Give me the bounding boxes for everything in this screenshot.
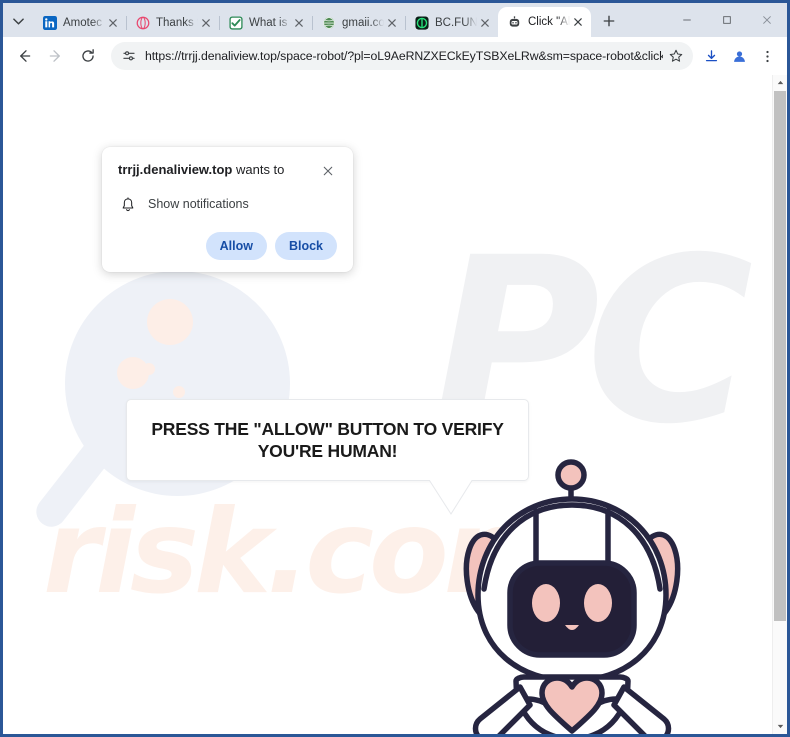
block-button[interactable]: Block — [274, 232, 337, 260]
forward-button[interactable] — [41, 41, 71, 71]
new-tab-button[interactable] — [596, 8, 622, 34]
three-dot-menu-icon — [765, 50, 769, 62]
tab-search-button[interactable] — [5, 8, 31, 34]
window-controls — [667, 3, 787, 37]
bell-icon — [118, 194, 138, 214]
tab-close-button[interactable] — [570, 14, 586, 30]
robot-icon — [507, 15, 522, 30]
maximize-button[interactable] — [707, 5, 747, 35]
downloads-button[interactable] — [697, 42, 725, 70]
tab-title: BC.FUN: ( — [435, 16, 477, 29]
close-icon — [763, 16, 771, 24]
tab-close-button[interactable] — [291, 15, 307, 31]
profile-avatar-icon — [733, 50, 745, 62]
scroll-up-arrow-icon — [777, 80, 784, 85]
maximize-icon — [723, 16, 731, 24]
scroll-up-button[interactable] — [773, 75, 787, 90]
page-scrollbar[interactable] — [772, 75, 787, 734]
tab-close-button[interactable] — [198, 15, 214, 31]
magnifier-dot — [173, 386, 185, 398]
chevron-down-icon — [12, 17, 24, 25]
reload-button[interactable] — [73, 41, 103, 71]
permission-row: Show notifications — [118, 194, 337, 214]
dialog-title-suffix: wants to — [232, 162, 285, 177]
profile-button[interactable] — [725, 42, 753, 70]
close-icon — [202, 18, 210, 27]
forward-arrow-icon — [49, 50, 60, 62]
tab-click-allow[interactable]: Click "All — [498, 7, 591, 37]
browser-toolbar: https://trrjj.denaliview.top/space-robot… — [3, 37, 787, 75]
sliders-icon — [123, 51, 135, 61]
address-bar[interactable]: https://trrjj.denaliview.top/space-robot… — [111, 42, 693, 70]
dialog-origin: trrjj.denaliview.top — [118, 162, 233, 177]
reload-icon — [82, 49, 94, 62]
dialog-close-button[interactable] — [319, 162, 337, 180]
plus-icon — [603, 15, 615, 27]
url-text: https://trrjj.denaliview.top/space-robot… — [145, 49, 663, 63]
tab-close-button[interactable] — [384, 15, 400, 31]
close-icon — [109, 18, 117, 27]
close-icon — [295, 18, 303, 27]
close-icon — [481, 18, 489, 27]
close-icon — [323, 166, 333, 176]
bookmark-button[interactable] — [663, 43, 689, 69]
close-icon — [388, 18, 396, 27]
tab-strip: Amotec in Thanks fo — [3, 3, 787, 37]
browser-window: Amotec in Thanks fo — [0, 0, 790, 737]
tab-what-is[interactable]: What is y — [219, 8, 313, 37]
dialog-header: trrjj.denaliview.top wants to — [118, 161, 337, 180]
minimize-button[interactable] — [667, 5, 707, 35]
tab-title: What is y — [249, 16, 291, 29]
magnifier-dot — [143, 363, 155, 375]
tab-thanks[interactable]: Thanks fo — [126, 8, 220, 37]
tab-title: Amotec in — [63, 16, 105, 29]
globe-icon — [321, 15, 336, 30]
space-robot-mascot — [458, 443, 698, 734]
permission-label: Show notifications — [148, 197, 249, 211]
download-icon — [705, 49, 717, 61]
close-icon — [574, 18, 582, 26]
minimize-icon — [683, 19, 691, 21]
scrollbar-thumb[interactable] — [774, 91, 786, 621]
tab-bcfun[interactable]: BC.FUN: ( — [405, 8, 498, 37]
star-icon — [669, 49, 683, 62]
magnifier-dot — [147, 299, 193, 345]
tab-title: Click "All — [528, 16, 570, 28]
scroll-down-arrow-icon — [777, 724, 784, 729]
allow-button[interactable]: Allow — [205, 232, 267, 260]
tab-gmaii[interactable]: gmaii.com — [312, 8, 406, 37]
notification-permission-dialog: trrjj.denaliview.top wants to Show notif… — [102, 147, 353, 272]
dialog-actions: Allow Block — [118, 232, 337, 260]
bcfun-icon — [414, 15, 429, 30]
tab-amotec[interactable]: Amotec in — [33, 8, 127, 37]
page-viewport: PC risk.com PRESS THE "ALLOW" BUTTON TO … — [3, 75, 787, 734]
back-arrow-icon — [20, 50, 31, 62]
close-button[interactable] — [747, 5, 787, 35]
tab-title: gmaii.com — [342, 16, 384, 29]
chrome-menu-button[interactable] — [753, 42, 781, 70]
linkedin-icon — [42, 15, 57, 30]
opera-icon — [135, 15, 150, 30]
tab-title: Thanks fo — [156, 16, 198, 29]
site-settings-icon[interactable] — [117, 44, 141, 68]
checkmark-icon — [228, 15, 243, 30]
scroll-down-button[interactable] — [773, 719, 787, 734]
dialog-title: trrjj.denaliview.top wants to — [118, 161, 319, 179]
back-button[interactable] — [9, 41, 39, 71]
tab-list: Amotec in Thanks fo — [33, 3, 591, 37]
tab-close-button[interactable] — [477, 15, 493, 31]
tab-close-button[interactable] — [105, 15, 121, 31]
